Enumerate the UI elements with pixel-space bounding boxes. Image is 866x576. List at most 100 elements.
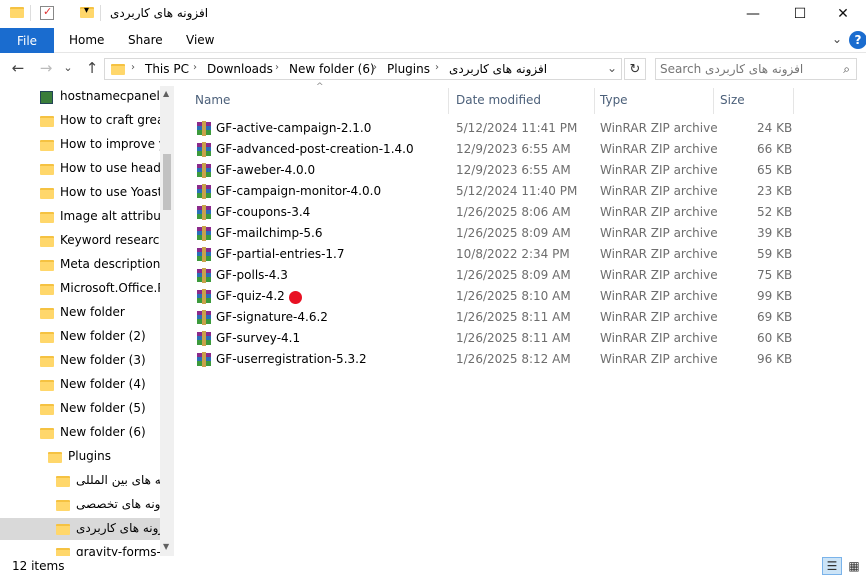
tree-item-label: hostnamecpanelN [60,89,160,103]
tree-item[interactable]: New folder (4) [0,374,160,396]
minimize-button[interactable]: — [730,0,776,28]
forward-button[interactable]: → [36,59,56,77]
file-row[interactable]: GF-active-campaign-2.1.0 5/12/2024 11:41 … [194,118,794,139]
file-name[interactable]: GF-active-campaign-2.1.0 [216,121,371,135]
tree-item[interactable]: Plugins [0,446,160,468]
tree-item[interactable]: How to use headin [0,158,160,180]
folder-icon [56,476,70,487]
column-divider[interactable] [793,88,794,114]
tree-item-label: Plugins [68,449,111,463]
file-name[interactable]: GF-mailchimp-5.6 [216,226,323,240]
file-name[interactable]: GF-userregistration-5.3.2 [216,352,367,366]
file-name[interactable]: GF-partial-entries-1.7 [216,247,345,261]
file-name[interactable]: GF-advanced-post-creation-1.4.0 [216,142,414,156]
file-name[interactable]: GF-quiz-4.2 [216,289,285,303]
column-divider[interactable] [448,88,449,114]
file-name[interactable]: GF-signature-4.6.2 [216,310,328,324]
tab-view[interactable]: View [186,33,214,47]
file-row[interactable]: GF-coupons-3.4 1/26/2025 8:06 AM WinRAR ZI… [194,202,794,223]
file-name[interactable]: GF-polls-4.3 [216,268,288,282]
details-view-button[interactable]: ☰ [822,557,842,575]
column-header-size[interactable]: Size [720,93,745,107]
breadcrumb-current[interactable]: افزونه های کاربردی [449,62,547,76]
recent-locations-button[interactable]: ⌄ [58,61,78,74]
chevron-down-icon[interactable]: ⌄ [832,32,842,46]
breadcrumb-this-pc[interactable]: This PC [145,62,189,76]
file-row[interactable]: GF-quiz-4.2 1/26/2025 8:10 AM WinRAR ZIP a… [194,286,794,307]
breadcrumb-separator[interactable]: › [435,62,439,73]
tab-share[interactable]: Share [128,33,163,47]
tree-item[interactable]: Meta descriptions [0,254,160,276]
file-name[interactable]: GF-survey-4.1 [216,331,300,345]
tree-item[interactable]: gravity-forms-ad [0,542,160,556]
file-row[interactable]: GF-partial-entries-1.7 10/8/2022 2:34 PM W… [194,244,794,265]
breadcrumb-separator[interactable]: › [275,62,279,73]
folder-icon [40,140,54,151]
close-button[interactable]: ✕ [820,0,866,28]
address-dropdown-button[interactable]: ⌄ [607,61,617,75]
file-row[interactable]: GF-advanced-post-creation-1.4.0 12/9/2023… [194,139,794,160]
file-row[interactable]: GF-aweber-4.0.0 12/9/2023 6:55 AM WinRAR Z… [194,160,794,181]
navigation-scrollbar[interactable]: ▲ ▼ [160,86,174,556]
file-name[interactable]: GF-aweber-4.0.0 [216,163,315,177]
file-row[interactable]: GF-mailchimp-5.6 1/26/2025 8:09 AM WinRAR … [194,223,794,244]
back-button[interactable]: ← [8,59,28,77]
file-name[interactable]: GF-campaign-monitor-4.0.0 [216,184,381,198]
tree-item[interactable]: Microsoft.Office.P [0,278,160,300]
file-name[interactable]: GF-coupons-3.4 [216,205,310,219]
tree-item[interactable]: افزونه های بین المللی [0,470,160,492]
column-divider[interactable] [594,88,595,114]
file-row[interactable]: GF-signature-4.6.2 1/26/2025 8:11 AM WinRA… [194,307,794,328]
tree-item[interactable]: New folder (2) [0,326,160,348]
search-input[interactable] [660,61,830,77]
column-header-type[interactable]: Type [600,93,628,107]
customize-qat-icon[interactable]: ▾ [84,5,89,21]
tree-item[interactable]: How to craft great [0,110,160,132]
tree-item[interactable]: Keyword research [0,230,160,252]
tree-item[interactable]: How to improve yo [0,134,160,156]
file-row[interactable]: GF-survey-4.1 1/26/2025 8:11 AM WinRAR ZIP… [194,328,794,349]
column-header-date[interactable]: Date modified [456,93,541,107]
breadcrumb-separator[interactable]: › [131,62,135,73]
scroll-thumb[interactable] [163,154,171,210]
refresh-button[interactable]: ↻ [624,58,646,80]
tree-item[interactable]: New folder (3) [0,350,160,372]
tree-item[interactable]: New folder (6) [0,422,160,444]
tree-item[interactable]: New folder [0,302,160,324]
winrar-zip-icon [197,205,211,220]
file-row[interactable]: GF-userregistration-5.3.2 1/26/2025 8:12 … [194,349,794,370]
folder-icon [40,236,54,247]
search-box[interactable]: ⌕ [655,58,857,80]
address-bar[interactable]: › This PC › Downloads › New folder (6) ›… [104,58,622,80]
scroll-up-icon[interactable]: ▲ [163,89,169,98]
column-header-name[interactable]: Name [195,93,230,107]
large-icons-view-button[interactable]: ▦ [844,557,864,575]
breadcrumb-plugins[interactable]: Plugins [387,62,430,76]
column-divider[interactable] [713,88,714,114]
breadcrumb-new-folder-6[interactable]: New folder (6) [289,62,375,76]
file-row[interactable]: GF-campaign-monitor-4.0.0 5/12/2024 11:40… [194,181,794,202]
tree-item[interactable]: افزونه های تخصصی [0,494,160,516]
file-date: 12/9/2023 6:55 AM [456,163,571,177]
tree-item[interactable]: New folder (5) [0,398,160,420]
scroll-down-icon[interactable]: ▼ [163,542,169,551]
tab-home[interactable]: Home [69,33,104,47]
breadcrumb-separator[interactable]: › [373,62,377,73]
tree-item[interactable]: How to use Yoast S [0,182,160,204]
file-row[interactable]: GF-polls-4.3 1/26/2025 8:09 AM WinRAR ZIP … [194,265,794,286]
tree-item-label: Meta descriptions [60,257,160,271]
tree-item[interactable]: Image alt attribute [0,206,160,228]
breadcrumb-downloads[interactable]: Downloads [207,62,273,76]
file-type: WinRAR ZIP archive [600,289,718,303]
breadcrumb-separator[interactable]: › [193,62,197,73]
file-tab[interactable]: File [0,28,54,53]
tree-item[interactable]: hostnamecpanelN [0,86,160,108]
up-button[interactable]: ↑ [82,59,102,77]
file-size: 60 KB [757,331,793,345]
search-icon: ⌕ [843,62,850,76]
maximize-button[interactable]: ☐ [777,0,823,28]
tree-item[interactable]: افزونه های کاربردی [0,518,160,540]
properties-icon[interactable]: ✓ [40,5,54,20]
folder-icon [48,452,62,463]
help-icon[interactable]: ? [849,31,866,49]
